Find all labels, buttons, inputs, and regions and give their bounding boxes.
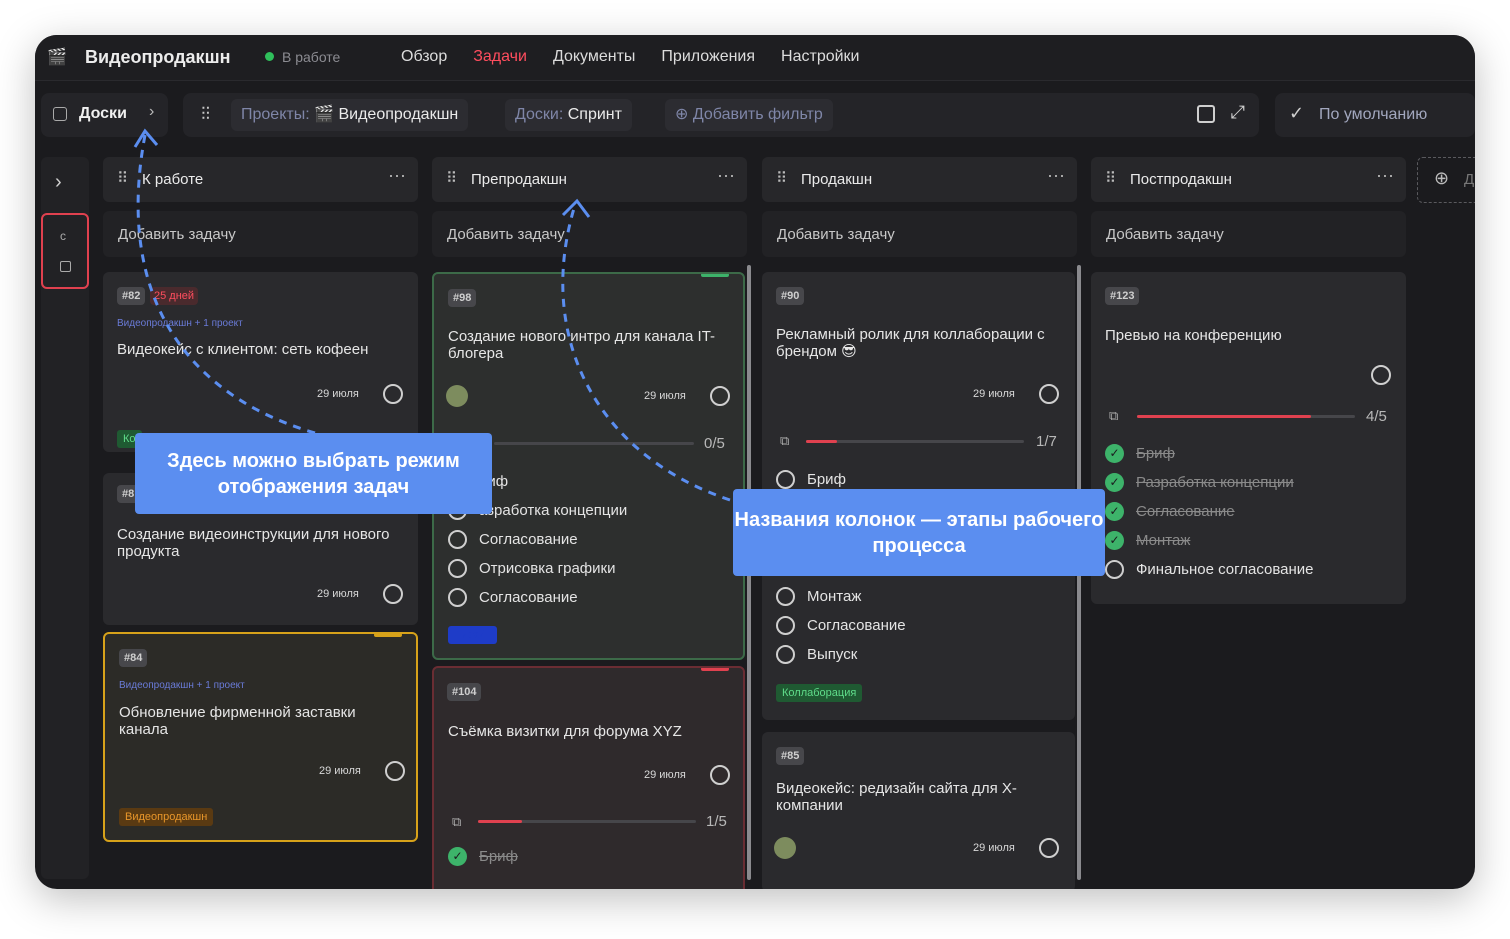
callout-view-mode: Здесь можно выбрать режим отображения за… [135, 433, 492, 514]
arrow-to-column-header [561, 204, 731, 502]
callout-column-names: Названия колонок — этапы рабочего процес… [733, 489, 1105, 576]
app-window: 🎬 Видеопродакшн В работе Обзор Задачи До… [35, 35, 1475, 889]
arrowhead-view-selector [133, 128, 159, 148]
arrowhead-column-header [561, 198, 591, 218]
arrow-to-view-selector [136, 134, 316, 435]
